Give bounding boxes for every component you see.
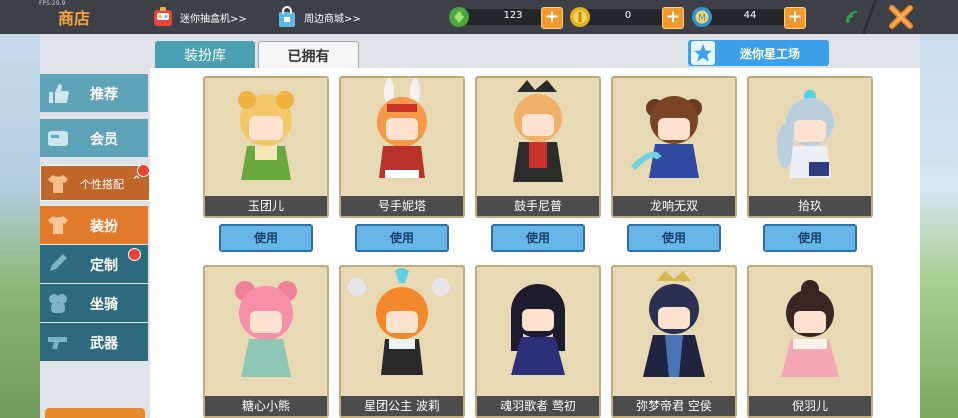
character-figure [630, 96, 702, 178]
item-name: 弥梦帝君 空侯 [613, 396, 735, 416]
star-icon [691, 41, 715, 65]
item-card[interactable]: 星团公主 波莉 [339, 265, 465, 418]
page-title: 商店 [58, 9, 91, 28]
gold-coin-icon [570, 7, 590, 27]
sidebar-more-tab[interactable] [45, 408, 145, 418]
mini-workshop-label: 迷你星工场 [740, 47, 801, 61]
add-gem-button[interactable]: + [541, 7, 563, 29]
currency-coin: 0 + [569, 6, 684, 29]
item-card[interactable]: 号手妮塔 [339, 76, 465, 218]
shirt-icon [48, 216, 68, 234]
item-card[interactable]: 糖心小熊 [203, 265, 329, 418]
notification-dot [128, 248, 141, 261]
character-figure [238, 91, 294, 180]
gift-machine-icon [154, 7, 172, 26]
tab-wardrobe[interactable]: 装扮库 [155, 41, 255, 68]
item-name: 倪羽儿 [749, 396, 871, 416]
top-bar: FPS:29.9 商店 迷你抽盒机>> 周边商城>> 123 + 0 + M 4… [0, 0, 958, 34]
sidebar-item-dressup[interactable]: 装扮 [40, 206, 148, 244]
sidebar-item-label: 个性搭配 [80, 178, 124, 191]
item-name: 龙响无双 [613, 196, 735, 216]
sidebar-item-vip[interactable]: 会员 [40, 119, 148, 157]
close-icon[interactable] [888, 4, 914, 30]
vip-card-icon [48, 131, 68, 146]
character-figure [377, 78, 427, 178]
wifi-signal-icon [846, 11, 858, 23]
green-gem-icon [449, 7, 469, 27]
sidebar-item-recommend[interactable]: 推荐 [40, 74, 148, 112]
sidebar-item-outfit-combo[interactable]: 个性搭配 ⌃ [40, 165, 150, 201]
currency-gem-value: 123 [503, 10, 523, 21]
item-card[interactable]: 倪羽儿 [747, 265, 873, 418]
sidebar-item-mount[interactable]: 坐骑 [40, 284, 148, 322]
thumbs-up-icon [49, 84, 69, 103]
item-name: 玉团儿 [205, 196, 327, 216]
item-card[interactable]: 龙响无双 [611, 76, 737, 218]
item-name: 魂羽歌者 莺初 [477, 396, 599, 416]
item-card[interactable]: 魂羽歌者 莺初 [475, 265, 601, 418]
sidebar-item-label: 定制 [90, 258, 118, 274]
sidebar-item-label: 武器 [90, 336, 118, 352]
currency-coin-value: 0 [624, 10, 632, 21]
sidebar-item-weapon[interactable]: 武器 [40, 323, 148, 361]
character-figure [348, 268, 450, 375]
currency-mini-coin: M 44 + [691, 6, 806, 29]
background-left [0, 34, 40, 418]
mini-workshop-button[interactable]: 迷你星工场 [688, 40, 829, 66]
svg-text:M: M [698, 14, 706, 24]
item-card[interactable]: 拾玖 [747, 76, 873, 218]
sidebar-item-label: 装扮 [90, 219, 118, 235]
character-figure [235, 281, 297, 377]
blindbox-label: 迷你抽盒机>> [180, 13, 247, 25]
gun-icon [48, 337, 67, 349]
character-figure [643, 271, 705, 377]
character-figure [511, 284, 565, 375]
currency-gem: 123 + [448, 6, 563, 29]
character-figure [781, 280, 839, 377]
item-card[interactable]: 鼓手尼普 [475, 76, 601, 218]
top-divider [861, 0, 878, 34]
sidebar-item-label: 会员 [90, 132, 118, 148]
item-name: 号手妮塔 [341, 196, 463, 216]
notification-dot [137, 164, 150, 177]
character-figure [777, 90, 834, 178]
use-button[interactable]: 使用 [627, 224, 721, 252]
use-button[interactable]: 使用 [491, 224, 585, 252]
mount-icon [49, 294, 67, 313]
blindbox-button[interactable]: 迷你抽盒机>> [152, 5, 247, 29]
mini-coin-icon: M [692, 7, 712, 27]
add-coin-button[interactable]: + [662, 7, 684, 29]
currency-mini-coin-value: 44 [743, 10, 757, 21]
item-card[interactable]: 弥梦帝君 空侯 [611, 265, 737, 418]
item-name: 星团公主 波莉 [341, 396, 463, 416]
use-button[interactable]: 使用 [219, 224, 313, 252]
shopping-bag-icon [279, 6, 295, 27]
item-name: 拾玖 [749, 196, 871, 216]
item-card[interactable]: 玉团儿 [203, 76, 329, 218]
character-figure [513, 80, 563, 182]
merch-store-button[interactable]: 周边商城>> [276, 5, 361, 29]
pencil-icon [50, 254, 67, 271]
add-mini-coin-button[interactable]: + [784, 7, 806, 29]
item-name: 糖心小熊 [205, 396, 327, 416]
sidebar-item-label: 坐骑 [90, 297, 118, 313]
tab-owned[interactable]: 已拥有 [258, 41, 359, 69]
use-button[interactable]: 使用 [355, 224, 449, 252]
background-right [920, 34, 958, 418]
sidebar-item-label: 推荐 [90, 87, 118, 103]
item-name: 鼓手尼普 [477, 196, 599, 216]
shirt-icon [48, 175, 68, 193]
use-button[interactable]: 使用 [763, 224, 857, 252]
merch-store-label: 周边商城>> [304, 13, 361, 25]
